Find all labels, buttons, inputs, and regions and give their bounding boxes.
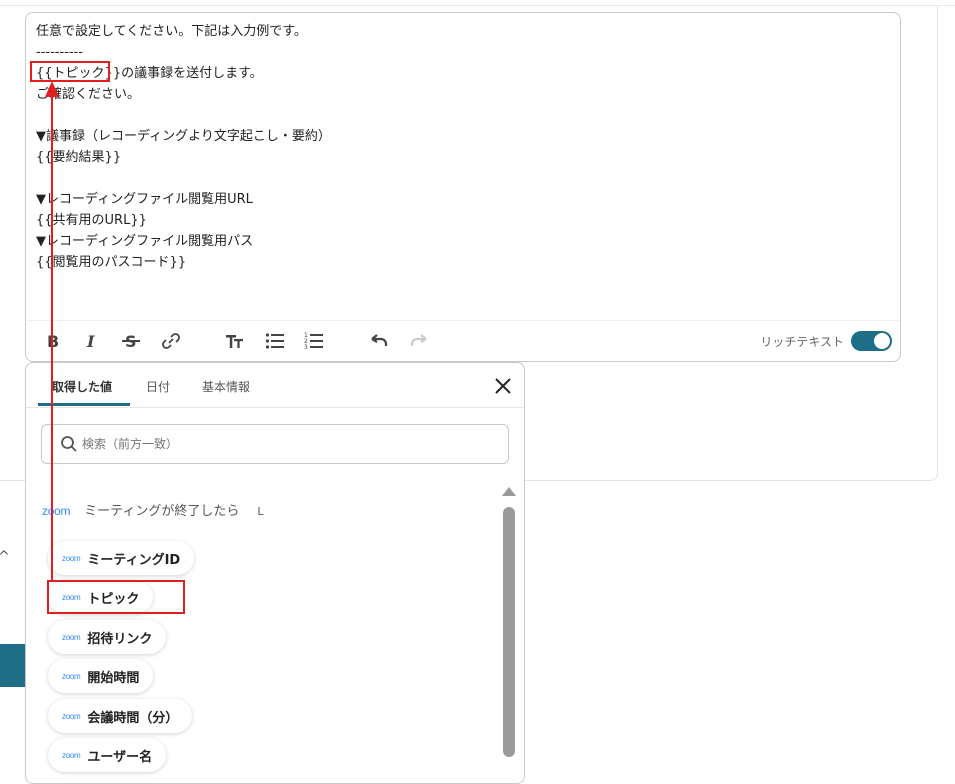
annotation-arrow-icon <box>45 81 59 581</box>
